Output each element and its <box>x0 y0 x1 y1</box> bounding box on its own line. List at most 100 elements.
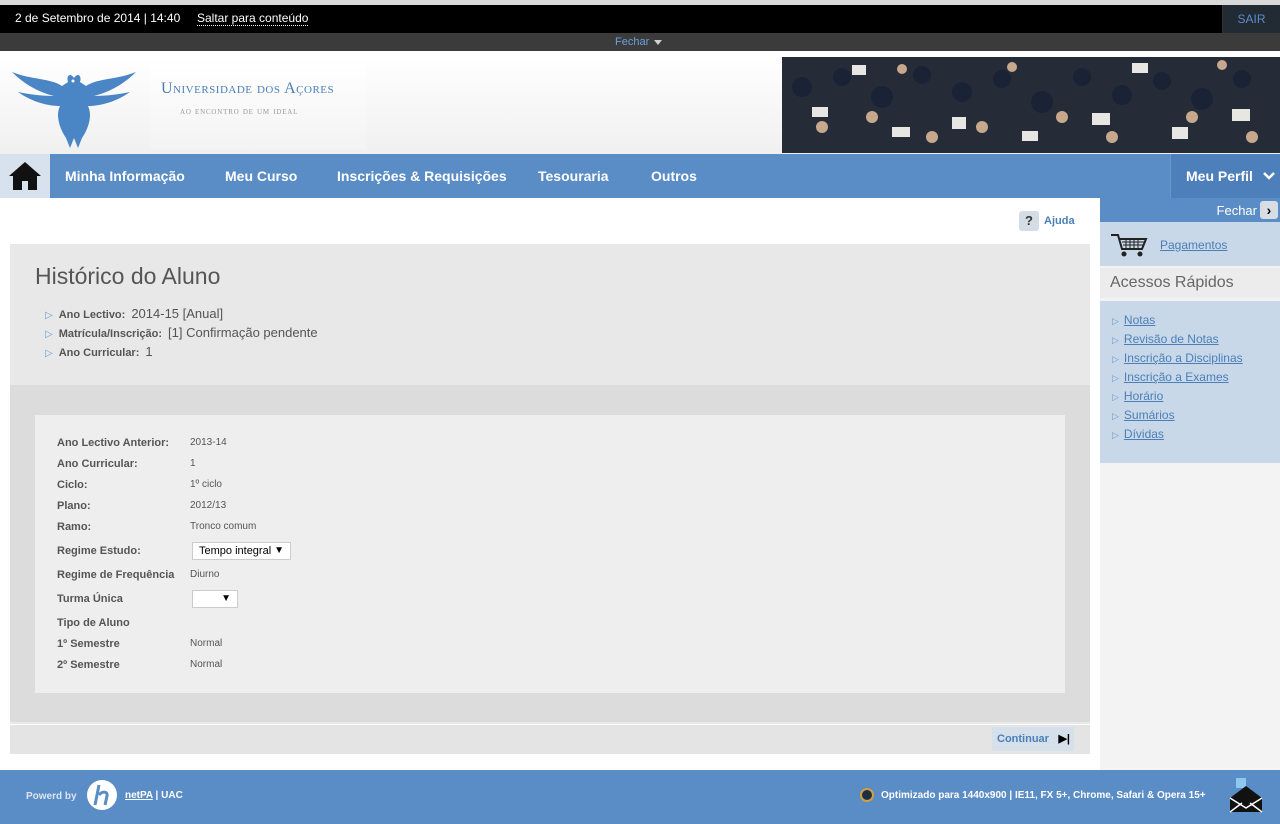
main-nav: Minha Informação Meu Curso Inscrições & … <box>0 154 1280 198</box>
top-bar: 2 de Setembro de 2014 | 14:40 Saltar par… <box>0 5 1280 33</box>
quick-link-horario[interactable]: ▷ Horário <box>1100 389 1280 408</box>
triangle-right-icon: ▷ <box>1112 411 1119 421</box>
field-value: 1º ciclo <box>190 479 222 490</box>
header-photo <box>782 57 1280 153</box>
quick-link-label: Inscrição a Exames <box>1123 370 1229 384</box>
quick-link-inscricao-exames[interactable]: ▷ Inscrição a Exames <box>1100 370 1280 389</box>
quick-link-revisao-notas[interactable]: ▷ Revisão de Notas <box>1100 332 1280 351</box>
sidebar-close-bar[interactable]: Fechar › <box>1100 198 1280 222</box>
date-time: 2 de Setembro de 2014 | 14:40 <box>15 11 181 25</box>
help-link[interactable]: ? Ajuda <box>1019 211 1075 231</box>
field-value: 1 <box>190 458 196 469</box>
optimized-note: Optimizado para 1440x900 | IE11, FX 5+, … <box>860 788 1206 802</box>
university-brand: Universidade dos Açores ao encontro de u… <box>150 64 366 150</box>
quick-link-dividas[interactable]: ▷ Dívidas <box>1100 427 1280 446</box>
nav-item-meu-curso[interactable]: Meu Curso <box>225 168 297 184</box>
quick-link-sumarios[interactable]: ▷ Sumários <box>1100 408 1280 427</box>
details-card: Ano Lectivo Anterior: 2013-14 Ano Curric… <box>35 415 1065 693</box>
home-icon <box>9 162 41 190</box>
mail-icon[interactable] <box>1228 776 1264 814</box>
netpa-link[interactable]: netPA <box>125 790 153 801</box>
logout-button[interactable]: SAIR <box>1222 5 1280 33</box>
sidebar-close-label: Fechar <box>1216 203 1257 218</box>
triangle-right-icon: ▷ <box>45 310 53 321</box>
skip-to-content-link[interactable]: Saltar para conteúdo <box>197 11 309 26</box>
quick-link-label: Revisão de Notas <box>1123 332 1219 346</box>
field-value: Normal <box>190 659 223 670</box>
skip-forward-icon: ▶| <box>1058 733 1070 745</box>
close-bar: Fechar <box>0 33 1280 51</box>
continue-label: Continuar <box>997 733 1049 745</box>
info-key: Ano Lectivo: <box>58 309 126 321</box>
regime-estudo-select[interactable]: Tempo integral ▼ <box>192 542 291 560</box>
field-label: Ciclo: <box>57 479 88 491</box>
info-ano-lectivo: ▷ Ano Lectivo: 2014-15 [Anual] <box>45 306 223 321</box>
triangle-right-icon: ▷ <box>1112 373 1119 383</box>
quick-access-title: Acessos Rápidos <box>1100 268 1280 298</box>
eagle-logo-icon[interactable] <box>10 68 138 148</box>
quick-link-label: Inscrição a Disciplinas <box>1123 351 1243 365</box>
field-value: Tronco comum <box>190 521 257 532</box>
info-key: Matrícula/Inscrição: <box>58 328 163 340</box>
info-value: 2014-15 [Anual] <box>131 306 224 321</box>
info-ano-curricular: ▷ Ano Curricular: 1 <box>45 344 153 359</box>
payments-link[interactable]: Pagamentos <box>1100 222 1280 266</box>
close-header-label: Fechar <box>615 36 650 48</box>
shopping-cart-icon <box>1111 234 1148 257</box>
powered-by-label: Powerd by <box>26 791 77 802</box>
university-name: Universidade dos Açores <box>161 80 335 97</box>
dropdown-arrow-icon: ▼ <box>221 593 231 604</box>
triangle-right-icon: ▷ <box>1112 316 1119 326</box>
info-value: 1 <box>145 344 153 359</box>
triangle-right-icon: ▷ <box>1112 430 1119 440</box>
quick-link-label: Sumários <box>1123 408 1175 422</box>
field-value: Diurno <box>190 569 220 580</box>
quick-link-label: Horário <box>1123 389 1164 403</box>
field-value: 2012/13 <box>190 500 227 511</box>
university-motto: ao encontro de um ideal <box>180 106 299 117</box>
payments-label: Pagamentos <box>1160 238 1228 252</box>
optimized-text: Optimizado para 1440x900 | IE11, FX 5+, … <box>881 789 1206 801</box>
student-history-panel: Histórico do Aluno ▷ Ano Lectivo: 2014-15 … <box>10 244 1090 754</box>
field-label: Regime Estudo: <box>57 545 141 557</box>
sidebar: Fechar › Pagamentos Acessos Rápidos ▷ Not… <box>1100 198 1280 770</box>
quick-access-list: ▷ Notas ▷ Revisão de Notas ▷ Inscrição a Di… <box>1100 301 1280 463</box>
dropdown-arrow-icon: ▼ <box>274 545 284 556</box>
close-header-toggle[interactable]: Fechar <box>615 36 663 48</box>
profile-menu[interactable]: Meu Perfil <box>1170 154 1280 198</box>
continue-button[interactable]: Continuar ▶| <box>992 727 1074 751</box>
turma-unica-select[interactable]: ▼ <box>192 590 238 608</box>
info-key: Ano Curricular: <box>58 347 140 359</box>
nav-item-minha-informacao[interactable]: Minha Informação <box>65 168 185 184</box>
globe-icon <box>860 788 874 802</box>
netpa-logo-icon[interactable] <box>86 779 118 811</box>
field-label: Turma Única <box>57 593 123 605</box>
panel-footer: Continuar ▶| <box>10 724 1090 754</box>
info-matricula: ▷ Matrícula/Inscrição: [1] Confirmação pen… <box>45 325 318 340</box>
quick-link-label: Notas <box>1123 313 1156 327</box>
triangle-right-icon: ▷ <box>1112 392 1119 402</box>
header: Universidade dos Açores ao encontro de u… <box>0 56 1280 154</box>
quick-link-inscricao-disciplinas[interactable]: ▷ Inscrição a Disciplinas <box>1100 351 1280 370</box>
field-label: 1º Semestre <box>57 638 120 650</box>
field-label: Ramo: <box>57 521 92 533</box>
footer: Powerd by netPA | UAC Optimizado para 14… <box>0 770 1280 824</box>
details-band: Ano Lectivo Anterior: 2013-14 Ano Curric… <box>10 385 1090 722</box>
home-button[interactable] <box>0 154 50 198</box>
field-label: 2º Semestre <box>57 659 120 671</box>
chevron-right-icon[interactable]: › <box>1260 201 1278 219</box>
caret-down-icon <box>654 39 663 45</box>
field-label: Regime de Frequência <box>57 569 175 581</box>
field-label: Ano Lectivo Anterior: <box>57 437 170 449</box>
field-label: Ano Curricular: <box>57 458 138 470</box>
nav-item-tesouraria[interactable]: Tesouraria <box>538 168 609 184</box>
quick-link-notas[interactable]: ▷ Notas <box>1100 313 1280 332</box>
field-label: Plano: <box>57 500 91 512</box>
brand-suffix: | UAC <box>152 790 183 801</box>
triangle-right-icon: ▷ <box>45 329 53 340</box>
nav-item-outros[interactable]: Outros <box>651 168 697 184</box>
triangle-right-icon: ▷ <box>45 348 53 359</box>
quick-link-label: Dívidas <box>1123 427 1164 441</box>
info-value: [1] Confirmação pendente <box>168 325 318 340</box>
nav-item-inscricoes-requisicoes[interactable]: Inscrições & Requisições <box>337 168 507 184</box>
